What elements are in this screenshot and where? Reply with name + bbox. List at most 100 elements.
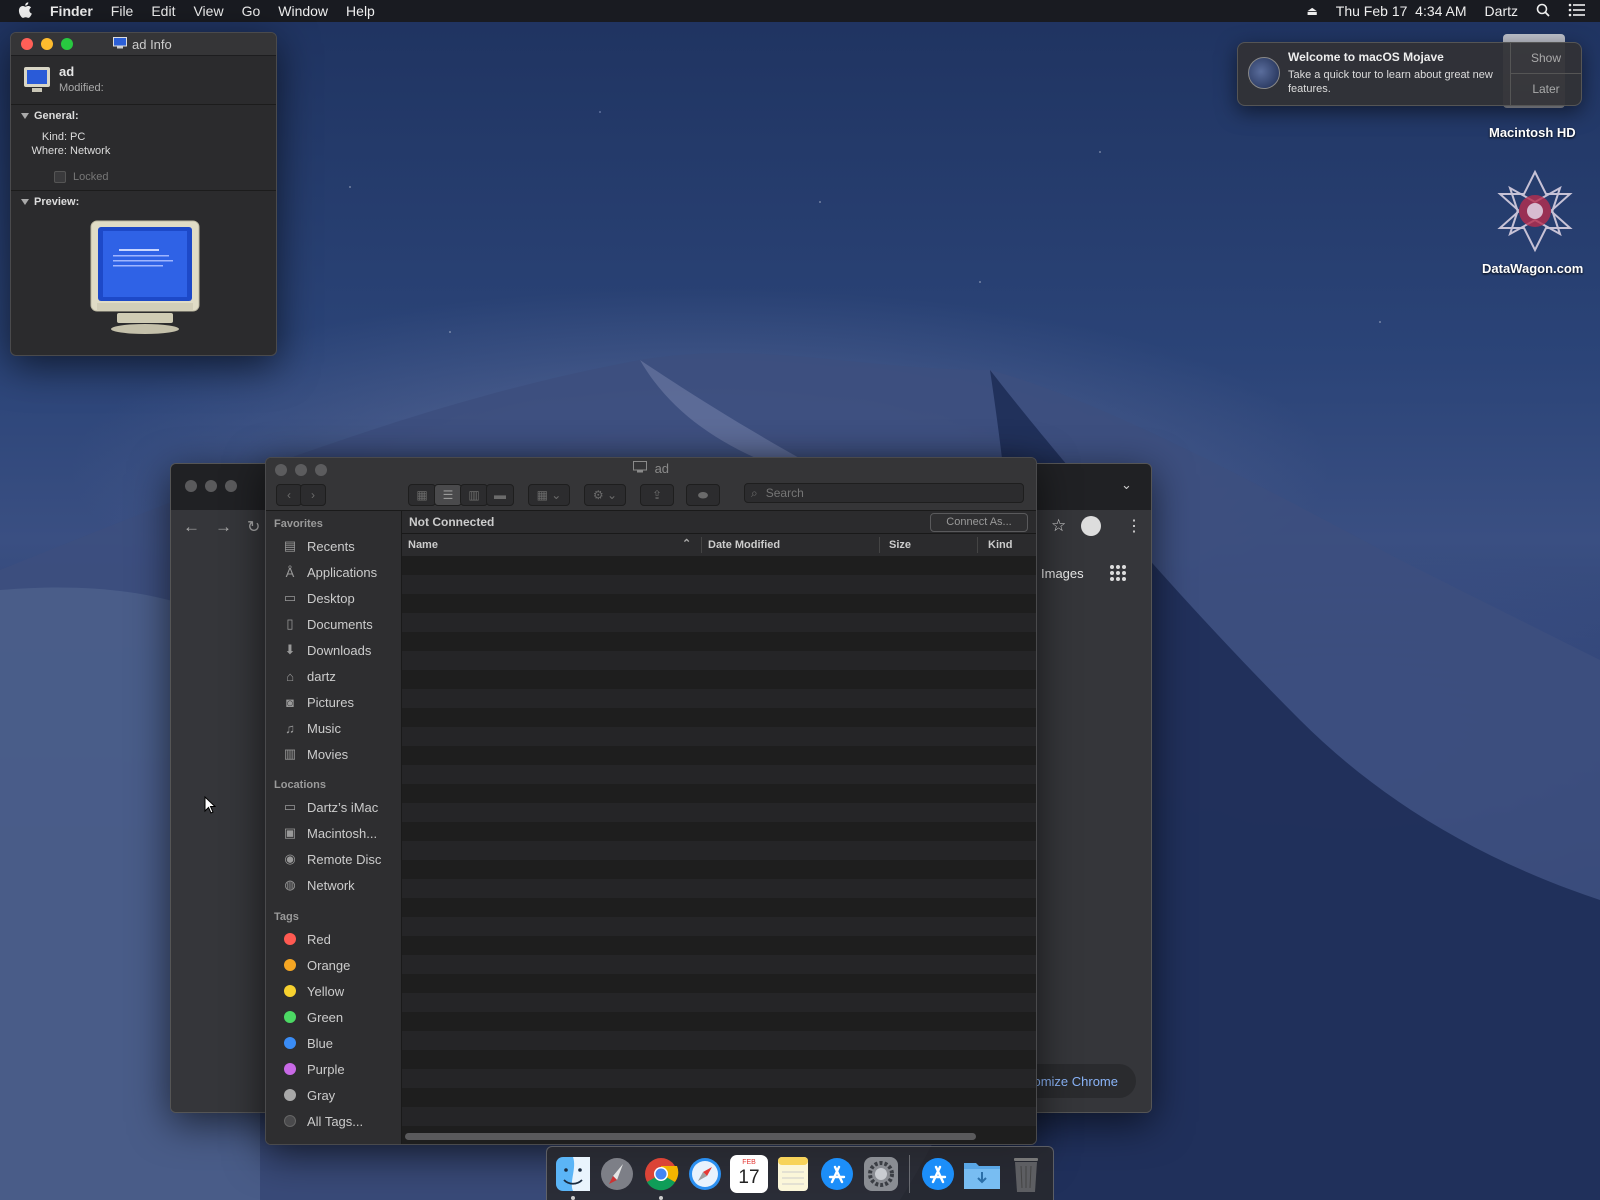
- icon-view-button[interactable]: ▦: [408, 484, 436, 506]
- group-by-button[interactable]: ▦ ⌄: [528, 484, 570, 506]
- file-list[interactable]: [402, 556, 1036, 1126]
- sidebar-item-remote-disc[interactable]: ◉ Remote Disc: [266, 846, 401, 872]
- sidebar-item-downloads[interactable]: ⬇ Downloads: [266, 637, 401, 663]
- sidebar-item-label: Yellow: [307, 983, 345, 999]
- menu-file[interactable]: File: [102, 3, 143, 19]
- disclosure-triangle-icon: [21, 199, 29, 205]
- sidebar-item-movies[interactable]: ▥ Movies: [266, 741, 401, 767]
- sidebar-item-desktop[interactable]: ▭ Desktop: [266, 585, 401, 611]
- column-size[interactable]: Size: [889, 539, 911, 551]
- app-store-icon: [821, 1157, 853, 1190]
- column-name[interactable]: Name: [408, 539, 438, 551]
- gallery-view-button[interactable]: ▬: [486, 484, 514, 506]
- finder-title-text: ad: [654, 461, 670, 476]
- spotlight-icon[interactable]: [1527, 3, 1559, 20]
- menu-help[interactable]: Help: [337, 3, 384, 19]
- info-window-titlebar[interactable]: ad Info: [11, 33, 276, 56]
- gear-icon: ⚙ ⌄: [592, 488, 618, 502]
- dock-calendar[interactable]: FEB 17: [730, 1154, 768, 1193]
- connect-as-button[interactable]: Connect As...: [930, 513, 1028, 532]
- sidebar-tag-yellow[interactable]: Yellow: [266, 978, 401, 1004]
- mouse-cursor-icon: [204, 796, 216, 814]
- menubar-clock[interactable]: Thu Feb 17 4:34 AM: [1327, 3, 1476, 19]
- sidebar-tag-red[interactable]: Red: [266, 926, 401, 952]
- action-button[interactable]: ⚙ ⌄: [584, 484, 626, 506]
- horizontal-scrollbar[interactable]: [405, 1133, 976, 1140]
- menubar-user[interactable]: Dartz: [1476, 3, 1527, 19]
- bookmark-star-icon[interactable]: ☆: [1051, 516, 1066, 536]
- sidebar-item-label: Green: [307, 1009, 344, 1025]
- sidebar-all-tags[interactable]: All Tags...: [266, 1108, 401, 1134]
- dock-app-store[interactable]: [818, 1155, 856, 1193]
- general-section-toggle[interactable]: General:: [21, 110, 79, 122]
- sidebar-tag-purple[interactable]: Purple: [266, 1056, 401, 1082]
- dock-launchpad[interactable]: [598, 1155, 636, 1193]
- menu-window[interactable]: Window: [269, 3, 337, 19]
- search-input[interactable]: [763, 485, 998, 501]
- preview-section-toggle[interactable]: Preview:: [21, 196, 79, 208]
- sidebar-item-macintosh-hd[interactable]: ▣ Macintosh...: [266, 820, 401, 846]
- kind-value: PC: [70, 131, 86, 143]
- sidebar-tag-orange[interactable]: Orange: [266, 952, 401, 978]
- chrome-profile-icon[interactable]: [1081, 516, 1101, 536]
- sidebar-item-recents[interactable]: ▤ Recents: [266, 533, 401, 559]
- chrome-images-link[interactable]: Images: [1041, 566, 1084, 581]
- sidebar-tag-gray[interactable]: Gray: [266, 1082, 401, 1108]
- menu-view[interactable]: View: [184, 3, 232, 19]
- tags-button[interactable]: ⬬: [686, 484, 720, 506]
- chrome-zoom-button[interactable]: [225, 480, 237, 492]
- eject-icon[interactable]: ⏏: [1297, 4, 1326, 18]
- chrome-menu-icon[interactable]: ⋮: [1126, 516, 1142, 536]
- notification-show-button[interactable]: Show: [1511, 43, 1581, 74]
- list-view-button[interactable]: ☰: [434, 484, 462, 506]
- chrome-tab-search-icon[interactable]: ⌄: [1121, 477, 1132, 493]
- column-kind[interactable]: Kind: [988, 539, 1012, 551]
- sidebar-item-imac[interactable]: ▭ Dartz’s iMac: [266, 794, 401, 820]
- sidebar-item-music[interactable]: ♫ Music: [266, 715, 401, 741]
- general-label: General:: [34, 110, 79, 122]
- minimize-button[interactable]: [41, 38, 53, 50]
- sidebar-item-documents[interactable]: ▯ Documents: [266, 611, 401, 637]
- apple-menu-icon[interactable]: [0, 1, 41, 21]
- share-button[interactable]: ⇪: [640, 484, 674, 506]
- disclosure-triangle-icon: [21, 113, 29, 119]
- desktop-icon-datawagon[interactable]: [1492, 168, 1578, 254]
- welcome-notification[interactable]: Welcome to macOS Mojave Take a quick tou…: [1237, 42, 1582, 106]
- pc-large-icon: [23, 66, 51, 97]
- chrome-forward-icon[interactable]: →: [215, 517, 232, 537]
- sidebar-item-network[interactable]: ◍ Network: [266, 872, 401, 898]
- search-field[interactable]: ⌕: [744, 483, 1024, 503]
- locked-checkbox[interactable]: [54, 171, 66, 183]
- column-date-modified[interactable]: Date Modified: [708, 539, 780, 551]
- pc-icon: [113, 36, 127, 52]
- sidebar-item-home[interactable]: ⌂ dartz: [266, 663, 401, 689]
- close-button[interactable]: [21, 38, 33, 50]
- sidebar-tag-blue[interactable]: Blue: [266, 1030, 401, 1056]
- back-button[interactable]: ‹: [276, 484, 302, 506]
- google-apps-icon[interactable]: [1109, 564, 1127, 585]
- dock-chrome[interactable]: [642, 1155, 680, 1200]
- menu-app-name[interactable]: Finder: [41, 3, 102, 19]
- notification-center-icon[interactable]: [1559, 3, 1600, 20]
- sidebar-item-applications[interactable]: Å Applications: [266, 559, 401, 585]
- menu-edit[interactable]: Edit: [142, 3, 184, 19]
- tag-color-dot: [284, 933, 296, 945]
- chrome-reload-icon[interactable]: ↻: [247, 517, 260, 537]
- dock-downloads-folder[interactable]: [963, 1155, 1001, 1193]
- chrome-minimize-button[interactable]: [205, 480, 217, 492]
- column-view-button[interactable]: ▥: [460, 484, 488, 506]
- zoom-button[interactable]: [61, 38, 73, 50]
- dock-trash[interactable]: [1007, 1155, 1045, 1193]
- chrome-back-icon[interactable]: ←: [183, 517, 200, 537]
- notification-later-button[interactable]: Later: [1511, 74, 1581, 105]
- chrome-close-button[interactable]: [185, 480, 197, 492]
- dock-app-store-folder[interactable]: [919, 1155, 957, 1193]
- forward-button[interactable]: ›: [300, 484, 326, 506]
- dock-finder[interactable]: [554, 1155, 592, 1200]
- sidebar-tag-green[interactable]: Green: [266, 1004, 401, 1030]
- sidebar-item-pictures[interactable]: ◙ Pictures: [266, 689, 401, 715]
- dock-notes[interactable]: [774, 1155, 812, 1193]
- dock-safari[interactable]: [686, 1155, 724, 1193]
- dock-system-preferences[interactable]: [862, 1155, 900, 1193]
- menu-go[interactable]: Go: [233, 3, 270, 19]
